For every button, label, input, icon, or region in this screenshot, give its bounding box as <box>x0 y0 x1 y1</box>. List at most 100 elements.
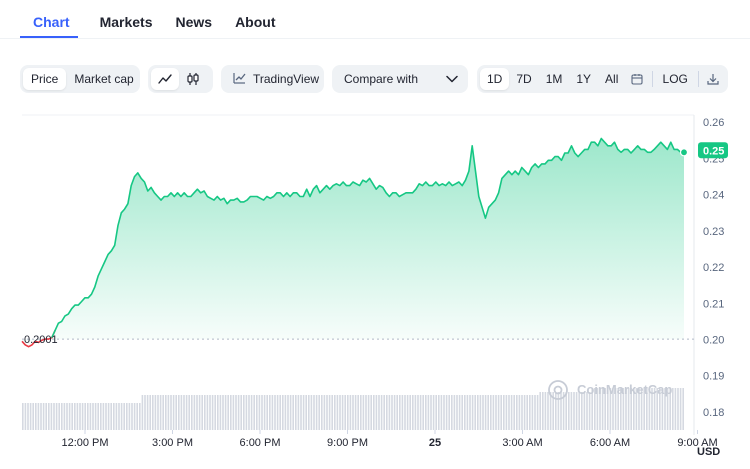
x-tick-label: 9:00 PM <box>327 437 368 449</box>
volume-bar <box>513 395 515 430</box>
range-1d-button[interactable]: 1D <box>480 68 510 90</box>
volume-bar <box>328 395 331 430</box>
volume-bar <box>380 395 383 430</box>
volume-bar <box>248 395 250 430</box>
tab-about[interactable]: About <box>235 0 275 38</box>
volume-bar <box>118 403 120 430</box>
range-1m-button[interactable]: 1M <box>539 68 570 90</box>
top-tab-bar: Chart Markets News About <box>20 0 299 38</box>
volume-bar <box>386 395 388 430</box>
range-1y-button[interactable]: 1Y <box>569 68 598 90</box>
volume-bar <box>287 395 289 430</box>
volume-bar <box>81 403 84 430</box>
volume-bar <box>84 403 86 430</box>
price-area-fill <box>22 138 684 347</box>
line-chart-icon[interactable] <box>151 68 179 90</box>
volume-bar <box>339 395 341 430</box>
compare-with-label: Compare with <box>344 72 419 86</box>
log-scale-button[interactable]: LOG <box>656 68 695 90</box>
tradingview-button[interactable]: TradingView <box>221 65 324 93</box>
volume-bar <box>474 395 476 430</box>
y-tick-label: 0.21 <box>703 298 724 310</box>
volume-bar <box>581 392 583 430</box>
candlestick-icon[interactable] <box>179 68 207 90</box>
tab-news[interactable]: News <box>175 0 212 38</box>
price-chart[interactable]: CoinMarketCap 0.26 0.25 0.24 0.23 0.22 0.21 0.… <box>0 105 750 469</box>
volume-bar <box>529 395 531 430</box>
compare-with-dropdown[interactable]: Compare with <box>332 65 468 93</box>
volume-bar <box>393 395 396 430</box>
volume-bar <box>544 392 547 430</box>
volume-bar <box>27 403 29 430</box>
volume-bar <box>347 395 349 430</box>
volume-bar <box>167 395 170 430</box>
volume-bar <box>586 392 588 430</box>
volume-bar <box>391 395 393 430</box>
volume-bar <box>276 395 279 430</box>
price-button[interactable]: Price <box>23 68 67 90</box>
volume-bar <box>178 395 180 430</box>
volume-bar <box>679 388 682 430</box>
volume-bar <box>508 395 510 430</box>
tab-chart[interactable]: Chart <box>20 0 78 38</box>
volume-bar <box>677 388 679 430</box>
volume-bar <box>523 395 526 430</box>
volume-bar <box>87 403 89 430</box>
tab-markets[interactable]: Markets <box>100 0 153 38</box>
y-tick-label: 0.26 <box>703 117 724 129</box>
volume-bar <box>549 392 552 430</box>
y-tick-label: 0.22 <box>703 262 724 274</box>
volume-bar <box>378 395 380 430</box>
volume-bar <box>206 395 209 430</box>
volume-bar <box>89 403 92 430</box>
volume-bar <box>466 395 469 430</box>
volume-bar <box>120 403 123 430</box>
volume-bar <box>196 395 198 430</box>
volume-bar <box>375 395 378 430</box>
volume-bar <box>159 395 162 430</box>
volume-bar <box>58 403 60 430</box>
chevron-down-icon <box>446 72 458 86</box>
x-axis: 12:00 PM 3:00 PM 6:00 PM 9:00 PM 25 3:00 AM 6:… <box>61 430 718 449</box>
current-price-label: 0.25 <box>703 145 724 157</box>
volume-bar <box>154 395 157 430</box>
volume-bar <box>360 395 362 430</box>
range-all-button[interactable]: All <box>598 68 625 90</box>
volume-bar <box>94 403 97 430</box>
volume-bar <box>464 395 466 430</box>
volume-bar <box>503 395 505 430</box>
x-tick-label: 25 <box>429 437 441 449</box>
volume-bar <box>531 395 534 430</box>
volume-bar <box>250 395 253 430</box>
volume-bar <box>414 395 417 430</box>
volume-bar <box>469 395 471 430</box>
volume-bar <box>526 395 528 430</box>
volume-bar <box>266 395 268 430</box>
market-cap-button[interactable]: Market cap <box>66 68 141 90</box>
volume-bar <box>198 395 201 430</box>
volume-bar <box>588 392 591 430</box>
volume-bar <box>131 403 133 430</box>
volume-bar <box>105 403 107 430</box>
volume-bar <box>471 395 474 430</box>
y-tick-label: 0.24 <box>703 190 724 202</box>
volume-bar <box>133 403 136 430</box>
volume-bar <box>349 395 352 430</box>
volume-bar <box>175 395 177 430</box>
volume-bar <box>419 395 422 430</box>
volume-bar <box>211 395 214 430</box>
download-icon[interactable] <box>702 68 725 90</box>
range-7d-button[interactable]: 7D <box>509 68 538 90</box>
open-price-label: 0.2001 <box>24 334 58 346</box>
calendar-icon[interactable] <box>625 68 648 90</box>
volume-bar <box>461 395 463 430</box>
volume-bar <box>170 395 172 430</box>
volume-bar <box>53 403 55 430</box>
volume-bar <box>292 395 294 430</box>
tradingview-icon <box>233 72 246 87</box>
volume-bar <box>162 395 164 430</box>
volume-bar <box>417 395 419 430</box>
volume-bar <box>409 395 411 430</box>
volume-bar <box>74 403 76 430</box>
volume-bar <box>79 403 81 430</box>
